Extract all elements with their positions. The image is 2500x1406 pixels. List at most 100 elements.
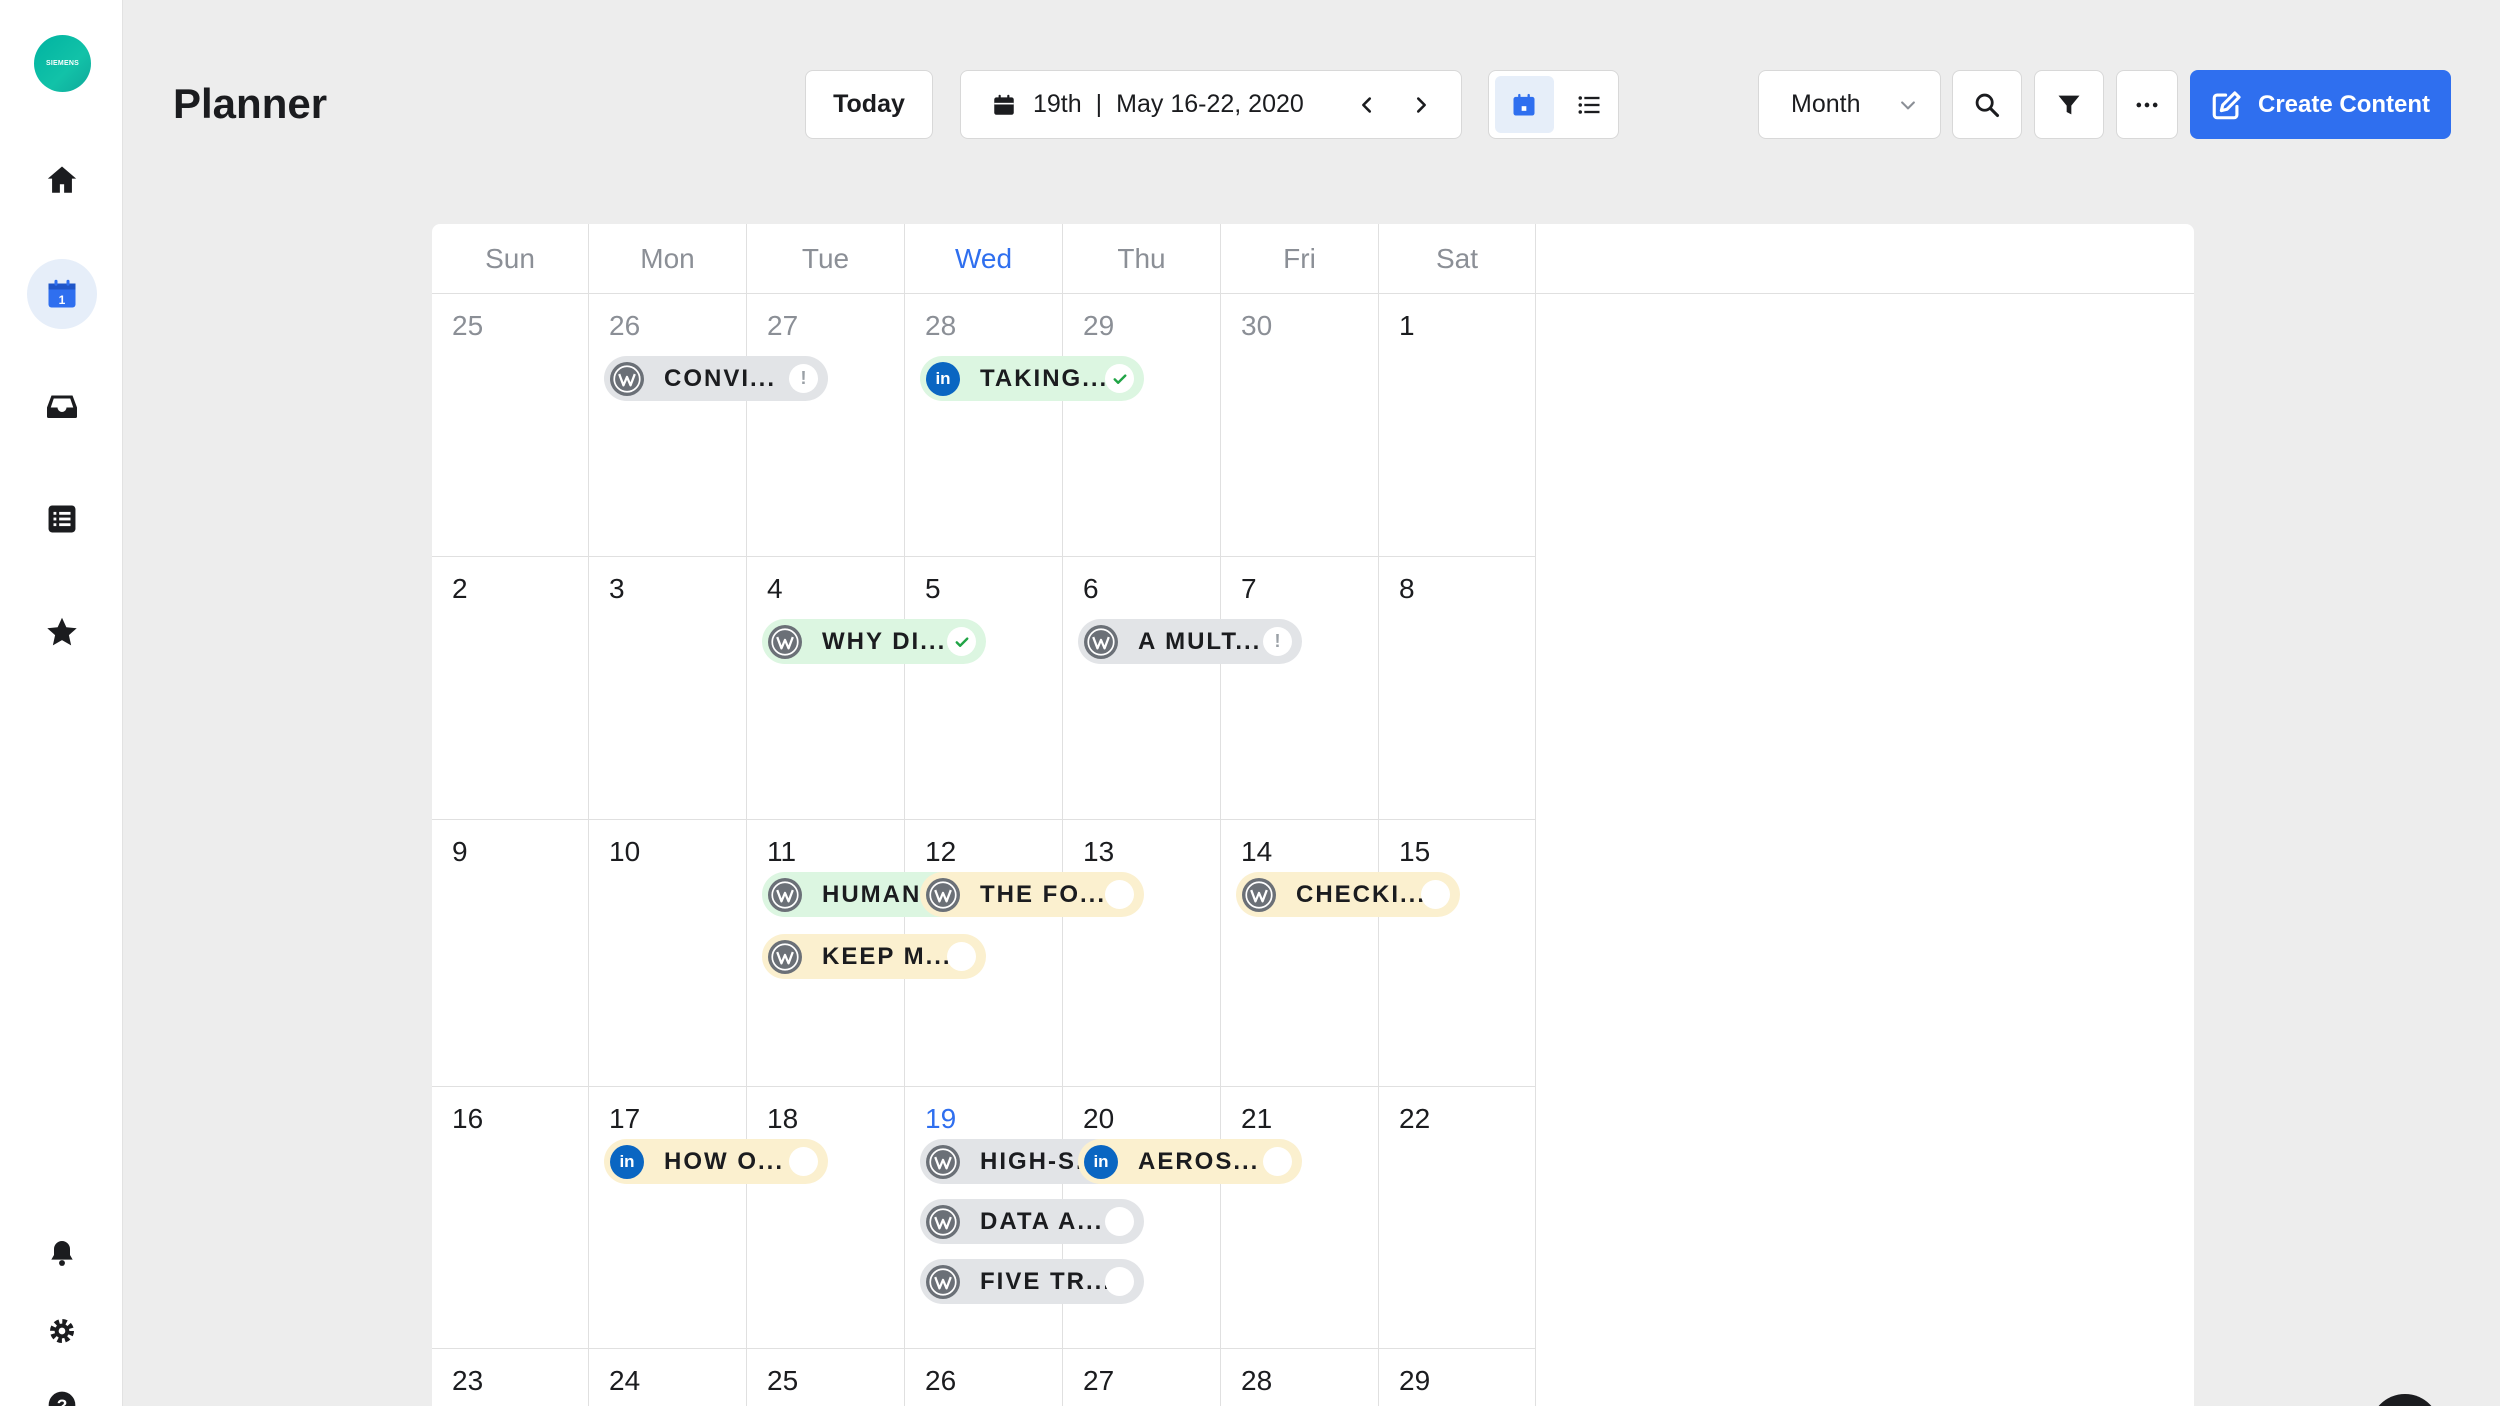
calendar-day-cell[interactable]: 24 — [589, 1349, 747, 1406]
calendar-day-cell[interactable]: 2 — [432, 557, 589, 820]
calendar-day-cell[interactable]: 30 — [1221, 294, 1379, 557]
month-calendar: Sun Mon Tue Wed Thu Fri Sat 25 26 CONVI...! 27 28 i… — [432, 224, 2194, 1406]
calendar-day-cell[interactable]: 16 — [432, 1087, 589, 1349]
calendar-day-cell[interactable]: 23 — [432, 1349, 589, 1406]
day-number: 29 — [1083, 310, 1115, 341]
day-number: 2 — [452, 573, 468, 604]
calendar-view-button[interactable] — [1495, 76, 1554, 133]
bell-icon — [51, 1241, 73, 1266]
wordpress-icon — [926, 1204, 960, 1239]
calendar-day-cell[interactable]: 27 — [747, 294, 905, 557]
day-number: 5 — [925, 573, 941, 604]
calendar-day-cell[interactable]: 19 HIGH-S... DATA A... FIVE TR... — [905, 1087, 1144, 1349]
calendar-day-cell[interactable]: 10 — [589, 820, 747, 1087]
day-number: 16 — [452, 1103, 484, 1134]
day-number: 27 — [767, 310, 799, 341]
calendar-day-cell[interactable]: 9 — [432, 820, 589, 1087]
calendar-day-cell[interactable]: 21 — [1221, 1087, 1379, 1349]
day-number: 13 — [1083, 836, 1115, 867]
date-range-picker[interactable]: 19th | May 16-22, 2020 — [960, 70, 1462, 139]
weekday-header-mon: Mon — [589, 224, 747, 294]
day-number: 24 — [609, 1365, 641, 1396]
calendar-day-cell[interactable]: 27 — [1063, 1349, 1221, 1406]
calendar-day-cell[interactable]: 4 WHY DI... — [747, 557, 986, 820]
today-button[interactable]: Today — [805, 70, 933, 139]
sidebar-item-notifications[interactable] — [27, 1218, 97, 1288]
chevron-left-icon — [1362, 97, 1372, 113]
create-content-label: Create Content — [2258, 90, 2431, 118]
day-number: 3 — [609, 573, 625, 604]
day-number: 8 — [1399, 573, 1415, 604]
calendar-view-icon — [1513, 93, 1535, 115]
create-content-button[interactable]: Create Content — [2190, 70, 2451, 139]
calendar-day-cell[interactable]: 29 — [1063, 294, 1221, 557]
sidebar-item-planner[interactable]: 1 — [27, 259, 97, 329]
day-number: 19 — [925, 1103, 957, 1134]
sidebar-item-content-list[interactable] — [27, 484, 97, 554]
previous-week-button[interactable] — [1347, 85, 1387, 125]
filter-button[interactable] — [2034, 70, 2104, 139]
calendar-day-cell[interactable]: 26 — [905, 1349, 1063, 1406]
sidebar-item-inbox[interactable] — [27, 371, 97, 441]
calendar-day-cell[interactable]: 28 in TAKING... — [905, 294, 1144, 557]
day-number: 27 — [1083, 1365, 1115, 1396]
day-number: 7 — [1241, 573, 1257, 604]
wordpress-icon — [768, 939, 802, 974]
date-range-label: May 16-22, 2020 — [1116, 90, 1304, 118]
sidebar-item-favorites[interactable] — [27, 597, 97, 667]
next-week-button[interactable] — [1401, 85, 1441, 125]
more-icon — [2136, 102, 2158, 107]
calendar-day-cell[interactable]: 14 CHECKI... — [1221, 820, 1460, 1087]
calendar-day-cell[interactable]: 17 in HOW O... — [589, 1087, 828, 1349]
calendar-day-cell[interactable]: 25 — [432, 294, 589, 557]
chevron-down-icon — [1901, 101, 1915, 110]
day-number: 15 — [1399, 836, 1431, 867]
day-number: 29 — [1399, 1365, 1431, 1396]
calendar-day-cell[interactable]: 20 in AEROS... — [1063, 1087, 1302, 1349]
weekday-header-fri: Fri — [1221, 224, 1379, 294]
view-select[interactable]: Month — [1758, 70, 1941, 139]
calendar-day-cell[interactable]: 22 — [1379, 1087, 1536, 1349]
siemens-logo[interactable]: SIEMENS — [34, 35, 91, 92]
calendar-day-cell[interactable]: 18 — [747, 1087, 905, 1349]
calendar-day-cell[interactable]: 12 THE FO... — [905, 820, 1144, 1087]
calendar-day-cell[interactable]: 26 CONVI...! — [589, 294, 828, 557]
day-number: 30 — [1241, 310, 1273, 341]
day-number: 25 — [767, 1365, 799, 1396]
calendar-day-cell[interactable]: 8 — [1379, 557, 1536, 820]
date-separator: | — [1095, 90, 1103, 118]
day-number: 20 — [1083, 1103, 1115, 1134]
wordpress-icon — [926, 1264, 960, 1299]
calendar-day-cell[interactable]: 28 — [1221, 1349, 1379, 1406]
sidebar-item-home[interactable] — [27, 145, 97, 215]
list-view-button[interactable] — [1560, 76, 1619, 133]
calendar-day-cell[interactable]: 25 — [747, 1349, 905, 1406]
view-select-value: Month — [1791, 90, 1861, 118]
calendar-day-cell[interactable]: 7 — [1221, 557, 1379, 820]
sidebar-item-help[interactable]: ? — [27, 1370, 97, 1406]
linkedin-icon: in — [926, 361, 960, 396]
app-frame: SIEMENS 1 ? Planner Today 19th | May 16-… — [0, 0, 2500, 1406]
search-button[interactable] — [1952, 70, 2022, 139]
calendar-day-cell[interactable]: 13 — [1063, 820, 1221, 1087]
day-number: 9 — [452, 836, 468, 867]
day-number: 11 — [767, 836, 797, 867]
more-options-button[interactable] — [2116, 70, 2178, 139]
calendar-day-cell[interactable]: 3 — [589, 557, 747, 820]
calendar-day-cell[interactable]: 11 HUMAN... KEEP M... — [747, 820, 986, 1087]
wordpress-icon — [768, 624, 802, 659]
calendar-day-cell[interactable]: 5 — [905, 557, 1063, 820]
view-toggle — [1488, 70, 1619, 139]
day-number: 22 — [1399, 1103, 1431, 1134]
calendar-day-cell[interactable]: 15 — [1379, 820, 1536, 1087]
sidebar-item-settings[interactable] — [27, 1296, 97, 1366]
day-number: 14 — [1241, 836, 1273, 867]
help-icon: ? — [48, 1391, 76, 1406]
chat-launcher[interactable] — [2370, 1394, 2440, 1406]
calendar-small-icon — [994, 94, 1014, 115]
calendar-day-cell[interactable]: 6A MULT...! — [1063, 557, 1302, 820]
day-number: 17 — [609, 1103, 641, 1134]
weekday-header-wed: Wed — [905, 224, 1063, 294]
calendar-day-cell[interactable]: 29 — [1379, 1349, 1536, 1406]
calendar-day-cell[interactable]: 1 — [1379, 294, 1536, 557]
